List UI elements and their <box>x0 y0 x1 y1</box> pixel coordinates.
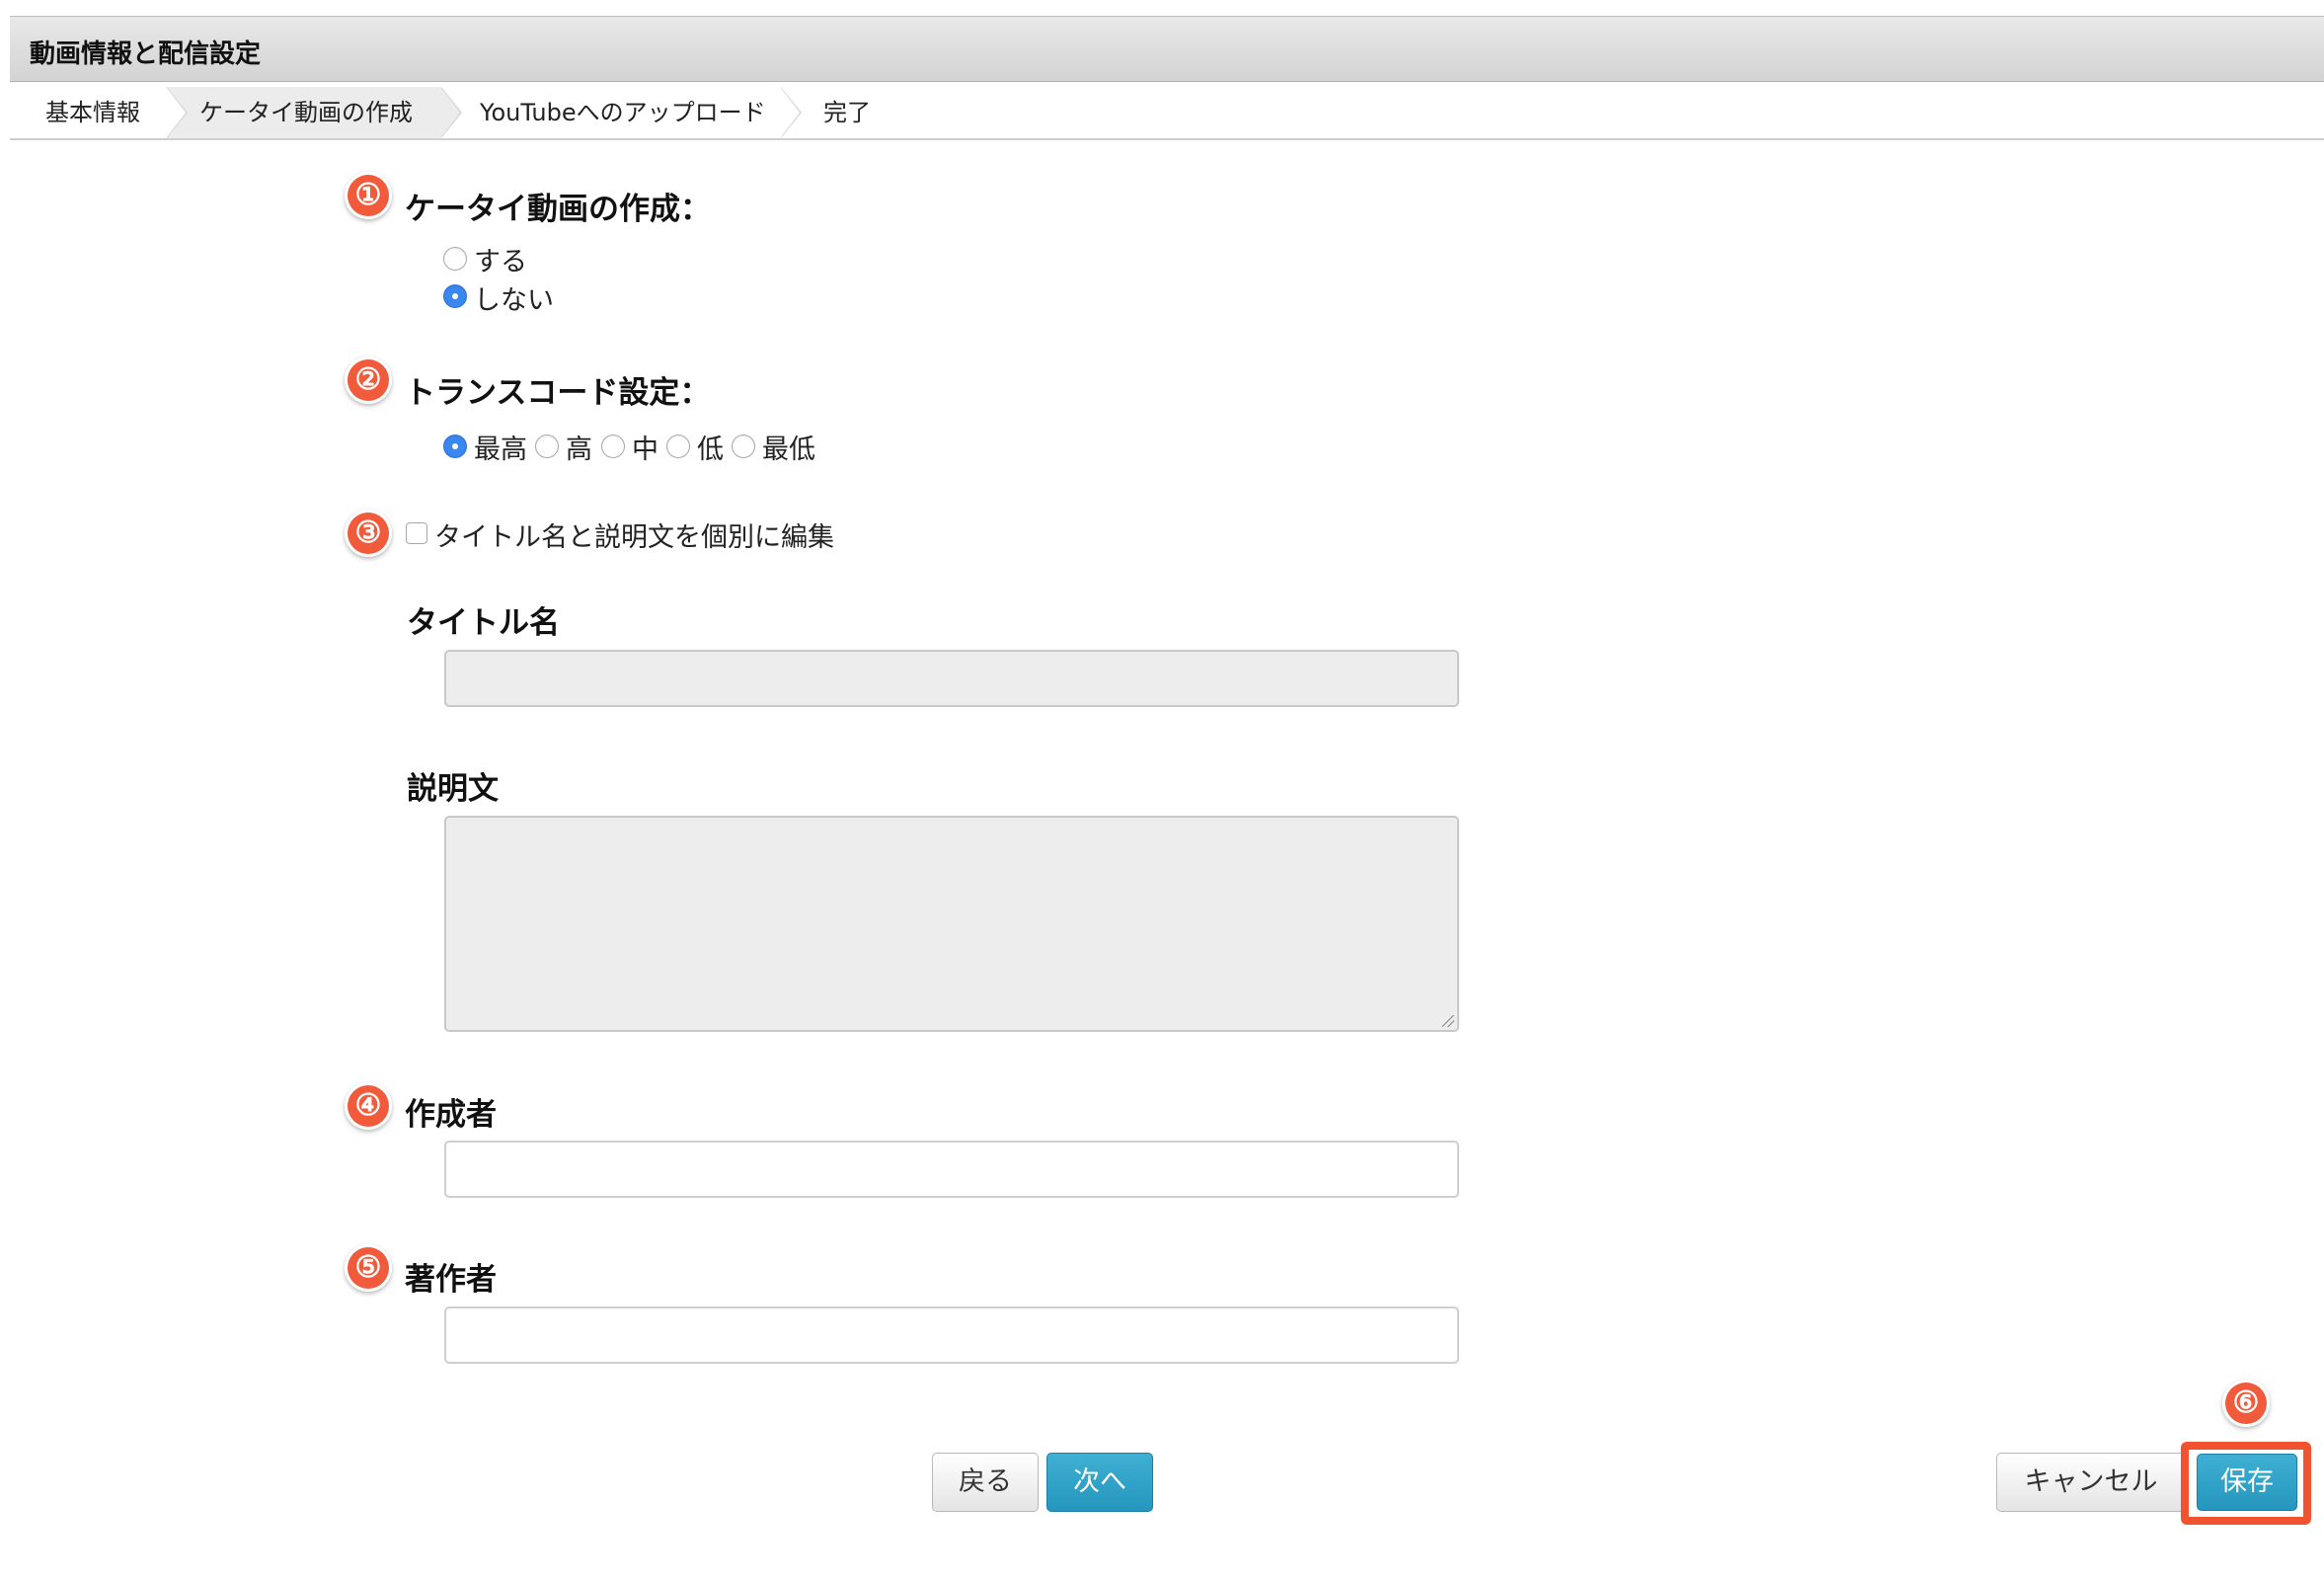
transcode-title: トランスコード設定： <box>405 375 711 411</box>
marker-6: ⑥ <box>2225 1383 2267 1424</box>
step-label: 基本情報 <box>45 99 140 126</box>
radio-label-low: 低 <box>697 435 724 465</box>
step-label: ケータイ動画の作成 <box>199 99 413 126</box>
radio-label-medium: 中 <box>632 435 658 465</box>
radio-label-no: しない <box>474 285 554 316</box>
mobile-video-title: ケータイ動画の作成： <box>405 192 711 227</box>
step-mobile-video[interactable]: ケータイ動画の作成 <box>166 87 462 138</box>
next-button[interactable]: 次へ <box>1046 1453 1153 1512</box>
back-button[interactable]: 戻る <box>932 1453 1039 1512</box>
radio-transcode-high[interactable] <box>535 435 559 458</box>
radio-transcode-highest[interactable] <box>443 435 467 458</box>
radio-mobile-video-no[interactable] <box>443 284 467 308</box>
radio-label-lowest: 最低 <box>762 435 815 465</box>
radio-transcode-low[interactable] <box>666 435 690 458</box>
creator-field-label: 作成者 <box>405 1097 497 1133</box>
radio-mobile-video-yes[interactable] <box>443 247 467 271</box>
author-input[interactable] <box>444 1306 1459 1364</box>
marker-4: ④ <box>348 1085 389 1127</box>
step-label: 完了 <box>823 99 871 126</box>
individual-edit-checkbox[interactable] <box>406 522 427 544</box>
creator-input[interactable] <box>444 1141 1459 1198</box>
title-field-label: タイトル名 <box>407 605 560 641</box>
page-title: 動画情報と配信設定 <box>30 40 262 69</box>
window-header: 動画情報と配信設定 <box>10 16 2324 82</box>
radio-transcode-medium[interactable] <box>601 435 625 458</box>
cancel-button[interactable]: キャンセル <box>1996 1453 2186 1512</box>
marker-5: ⑤ <box>348 1247 389 1289</box>
step-basic-info[interactable]: 基本情報 <box>10 87 188 138</box>
marker-2: ② <box>348 359 389 401</box>
description-textarea[interactable] <box>444 816 1459 1032</box>
step-youtube-upload[interactable]: YouTubeへのアップロード <box>440 87 802 138</box>
author-field-label: 著作者 <box>405 1262 497 1298</box>
radio-label-highest: 最高 <box>474 435 527 465</box>
radio-label-high: 高 <box>566 435 592 465</box>
resize-handle-icon[interactable] <box>1442 1015 1454 1027</box>
save-button[interactable]: 保存 <box>2197 1454 2297 1511</box>
description-field-label: 説明文 <box>407 771 499 807</box>
individual-edit-label: タイトル名と説明文を個別に編集 <box>434 522 834 553</box>
marker-3: ③ <box>348 513 389 554</box>
marker-1: ① <box>348 175 389 216</box>
radio-label-yes: する <box>474 247 527 277</box>
step-label: YouTubeへのアップロード <box>480 99 766 126</box>
radio-transcode-lowest[interactable] <box>732 435 755 458</box>
title-input[interactable] <box>444 650 1459 707</box>
step-breadcrumb: 基本情報 ケータイ動画の作成 YouTubeへのアップロード 完了 <box>10 87 2324 140</box>
